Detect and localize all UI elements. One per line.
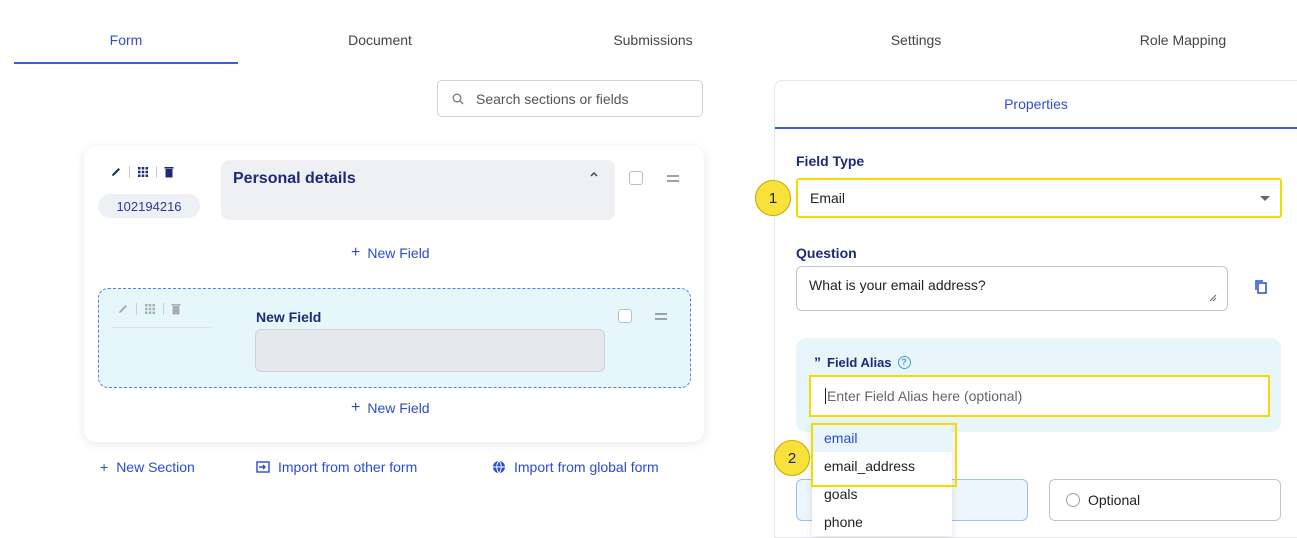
optional-label: Optional xyxy=(1088,492,1141,508)
chevron-down-icon xyxy=(1260,196,1270,201)
section-toolbar xyxy=(110,166,174,178)
trash-icon[interactable] xyxy=(171,303,181,315)
field-type-select[interactable]: Email xyxy=(796,178,1282,218)
new-section-button[interactable]: + New Section xyxy=(100,459,195,475)
resize-handle-icon[interactable] xyxy=(1209,294,1217,302)
search-icon xyxy=(452,93,464,104)
search-placeholder: Search sections or fields xyxy=(476,90,629,107)
field-card[interactable]: New Field xyxy=(98,288,691,388)
chevron-up-icon[interactable] xyxy=(589,170,599,178)
search-input[interactable]: Search sections or fields xyxy=(437,80,703,117)
field-toolbar xyxy=(117,303,181,315)
tab-label: Role Mapping xyxy=(1139,32,1227,48)
drag-handle-icon[interactable] xyxy=(667,175,679,185)
pencil-icon[interactable] xyxy=(110,166,122,178)
import-global-label: Import from global form xyxy=(514,459,659,475)
field-type-label: Field Type xyxy=(796,153,865,169)
section-checkbox[interactable] xyxy=(629,171,643,185)
tab-document[interactable]: Document xyxy=(268,18,492,64)
plus-icon: + xyxy=(100,459,109,475)
question-textarea[interactable]: What is your email address? xyxy=(796,266,1228,311)
section-title: Personal details xyxy=(233,170,356,187)
quote-icon: ” xyxy=(814,354,821,370)
annotation-highlight xyxy=(811,423,957,487)
new-field-label: New Field xyxy=(367,400,430,416)
properties-header: Properties xyxy=(1004,96,1068,112)
tab-label: Submissions xyxy=(613,32,693,48)
suggestion-label: goals xyxy=(824,486,858,502)
grid-icon[interactable] xyxy=(144,303,156,315)
new-field-label: New Field xyxy=(367,245,430,261)
new-section-label: New Section xyxy=(116,459,195,475)
tab-submissions[interactable]: Submissions xyxy=(541,18,765,64)
new-field-button[interactable]: + New Field xyxy=(351,244,430,262)
tab-label: Form xyxy=(109,32,143,48)
import-icon xyxy=(256,461,270,473)
new-field-button[interactable]: + New Field xyxy=(351,399,430,417)
question-value: What is your email address? xyxy=(809,277,986,293)
tab-bar: Form Document Submissions Settings Role … xyxy=(14,18,1297,64)
tab-form[interactable]: Form xyxy=(14,18,238,64)
active-tab-indicator xyxy=(14,62,238,64)
field-checkbox[interactable] xyxy=(618,309,632,323)
radio-icon xyxy=(1066,493,1080,507)
field-type-value: Email xyxy=(810,190,846,206)
grid-icon[interactable] xyxy=(137,166,149,178)
import-other-form-button[interactable]: Import from other form xyxy=(256,459,417,475)
annotation-marker-1: 1 xyxy=(755,180,791,216)
text-cursor xyxy=(825,388,826,404)
help-icon[interactable]: ? xyxy=(897,355,911,369)
import-other-label: Import from other form xyxy=(278,459,418,475)
tab-label: Settings xyxy=(890,32,942,48)
optional-option[interactable]: Optional xyxy=(1049,479,1281,521)
tab-label: Document xyxy=(348,32,412,48)
section-title-box[interactable]: Personal details xyxy=(221,160,615,220)
globe-icon xyxy=(493,460,505,474)
import-global-form-button[interactable]: Import from global form xyxy=(492,459,659,475)
field-alias-input[interactable]: Enter Field Alias here (optional) xyxy=(809,375,1270,417)
tab-role-mapping[interactable]: Role Mapping xyxy=(1071,18,1295,64)
tab-settings[interactable]: Settings xyxy=(804,18,1028,64)
drag-handle-icon[interactable] xyxy=(655,313,667,323)
question-label: Question xyxy=(796,245,857,261)
field-alias-label: Field Alias xyxy=(827,354,892,370)
copy-icon[interactable] xyxy=(1255,280,1267,294)
divider xyxy=(111,327,211,328)
section-card: 102194216 Personal details + New Field Ne… xyxy=(84,146,704,442)
field-preview-input[interactable] xyxy=(255,329,605,372)
pencil-icon[interactable] xyxy=(117,303,129,315)
suggestion-label: phone xyxy=(824,514,863,530)
suggestion-item[interactable]: phone xyxy=(812,508,952,536)
properties-tab[interactable]: Properties xyxy=(775,81,1297,129)
trash-icon[interactable] xyxy=(164,166,174,178)
field-title: New Field xyxy=(256,309,322,325)
annotation-marker-2: 2 xyxy=(774,440,810,476)
field-alias-label-row: ” Field Alias ? xyxy=(814,354,911,370)
field-alias-placeholder: Enter Field Alias here (optional) xyxy=(827,388,1023,404)
section-id-badge: 102194216 xyxy=(98,194,200,218)
